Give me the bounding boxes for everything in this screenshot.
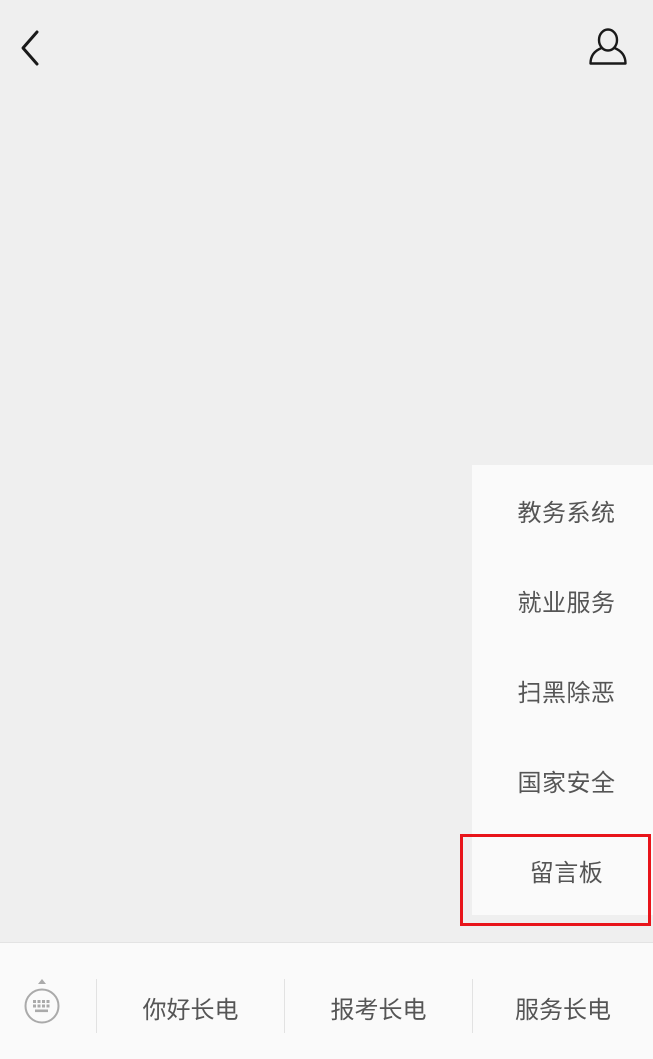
submenu-item-label: 扫黑除恶	[517, 678, 616, 707]
service-submenu: 教务系统 就业服务 扫黑除恶 国家安全 留言板	[472, 465, 653, 915]
keyboard-toggle-button[interactable]	[14, 973, 70, 1031]
menu-tab-label: 服务长电	[515, 995, 611, 1024]
submenu-item-label: 就业服务	[517, 588, 616, 617]
submenu-item-employment-service[interactable]: 就业服务	[472, 555, 653, 645]
submenu-item-label: 国家安全	[517, 768, 616, 797]
submenu-item-message-board[interactable]: 留言板	[472, 825, 653, 915]
chevron-left-icon	[21, 30, 39, 66]
menu-tab-admission[interactable]: 报考长电	[285, 973, 472, 1041]
user-profile-icon	[589, 28, 627, 65]
profile-button[interactable]	[584, 22, 632, 72]
keyboard-icon	[24, 979, 60, 1024]
submenu-item-label: 教务系统	[517, 498, 616, 527]
submenu-item-national-security[interactable]: 国家安全	[472, 735, 653, 825]
submenu-item-academic-system[interactable]: 教务系统	[472, 465, 653, 555]
menu-tab-label: 报考长电	[330, 995, 427, 1024]
submenu-item-anti-crime[interactable]: 扫黑除恶	[472, 645, 653, 735]
menu-tab-services[interactable]: 服务长电	[473, 973, 653, 1041]
top-navigation-bar	[0, 0, 653, 96]
menu-tab-hello[interactable]: 你好长电	[97, 973, 284, 1041]
submenu-item-label: 留言板	[529, 858, 604, 887]
bottom-menu-bar: 你好长电 报考长电 服务长电	[0, 942, 653, 1059]
back-button[interactable]	[10, 24, 50, 72]
menu-tab-label: 你好长电	[142, 995, 239, 1024]
